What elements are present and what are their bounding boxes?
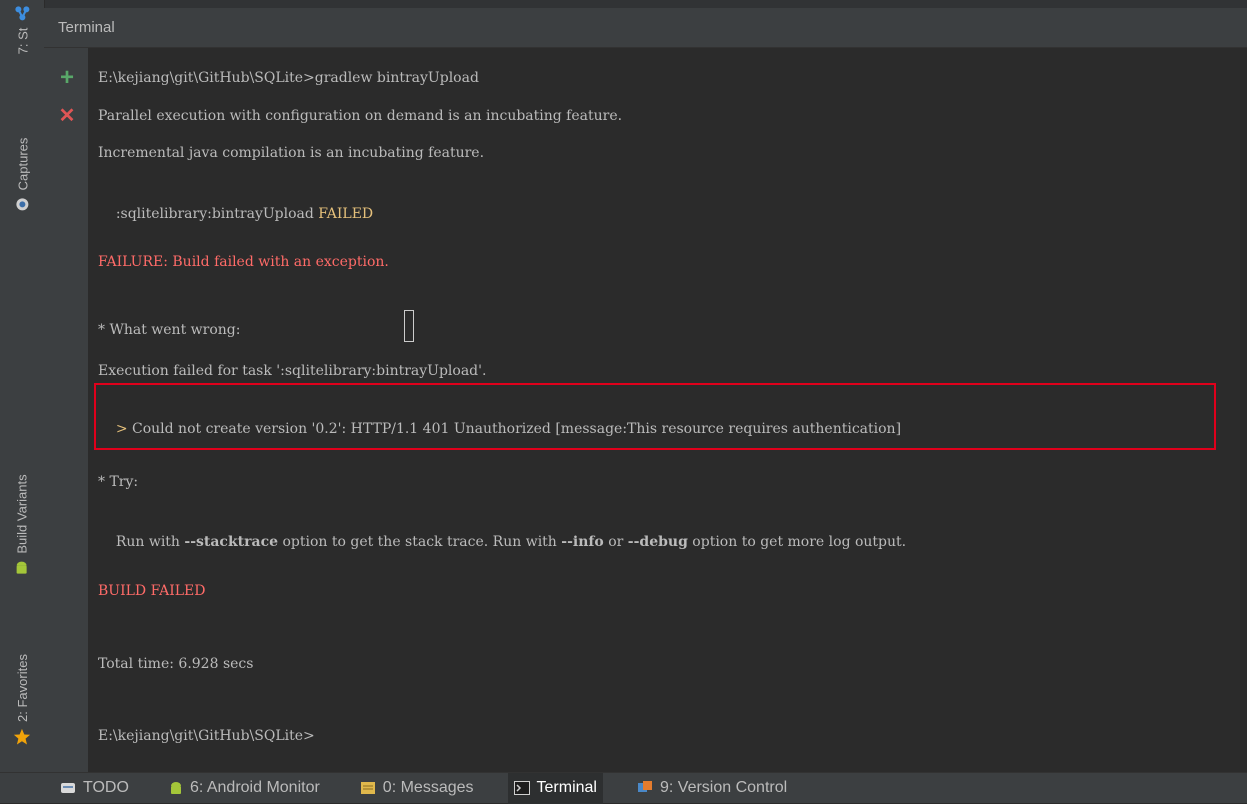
terminal-line: Incremental java compilation is an incub… <box>98 145 485 161</box>
terminal-actions: + ✕ <box>44 48 88 772</box>
structure-icon <box>15 6 29 21</box>
terminal-cursor <box>404 310 414 342</box>
failure-line: FAILURE: Build failed with an exception. <box>98 254 389 270</box>
todo-tab[interactable]: TODO <box>54 773 135 804</box>
terminal-tab-label: Terminal <box>536 779 597 796</box>
structure-tab-label: 7: St <box>14 27 30 55</box>
terminal-line: E:\kejiang\git\GitHub\SQLite>gradlew bin… <box>98 70 479 86</box>
terminal-line: Execution failed for task ':sqlitelibrar… <box>98 363 487 379</box>
camera-icon <box>16 198 28 211</box>
messages-tab-label: 0: Messages <box>382 779 474 796</box>
failed-status: FAILED <box>318 206 374 222</box>
close-session-icon[interactable]: ✕ <box>56 105 78 127</box>
terminal-header: Terminal <box>44 8 1247 48</box>
messages-tab[interactable]: 0: Messages <box>354 773 480 804</box>
terminal-output[interactable]: E:\kejiang\git\GitHub\SQLite>gradlew bin… <box>88 48 1247 772</box>
terminal-title: Terminal <box>58 19 115 36</box>
task-name: :sqlitelibrary:bintrayUpload <box>115 206 319 222</box>
build-failed-line: BUILD FAILED <box>98 583 206 599</box>
debug-flag: --debug <box>627 534 688 550</box>
structure-tool-tab[interactable]: 7: St <box>0 0 44 60</box>
stacktrace-flag: --stacktrace <box>184 534 279 550</box>
total-time-line: Total time: 6.928 secs <box>98 656 254 672</box>
terminal-line: :sqlitelibrary:bintrayUpload FAILED <box>98 178 373 222</box>
version-control-icon <box>637 781 652 792</box>
android-icon <box>170 782 181 794</box>
terminal-line: * Try: <box>98 474 139 490</box>
error-highlight-box <box>94 383 1216 450</box>
line-segment: Run with <box>115 534 185 550</box>
android-monitor-tab-label: 6: Android Monitor <box>189 779 320 796</box>
terminal-line: * What went wrong: <box>98 322 241 338</box>
line-segment: option to get more log output. <box>687 534 907 550</box>
editor-strip <box>44 0 1247 8</box>
build-variants-tab-label: Build Variants <box>14 474 30 554</box>
info-flag: --info <box>561 534 604 550</box>
terminal-line: Run with --stacktrace option to get the … <box>98 506 906 550</box>
terminal-line: Parallel execution with configuration on… <box>98 108 623 124</box>
android-monitor-tab[interactable]: 6: Android Monitor <box>163 773 326 804</box>
todo-icon <box>61 783 75 793</box>
line-segment: or <box>603 534 628 550</box>
bottom-tool-bar: TODO 6: Android Monitor 0: Messages Term… <box>0 772 1247 804</box>
android-icon <box>17 561 27 574</box>
terminal-tab[interactable]: Terminal <box>507 772 603 804</box>
version-control-tab-label: 9: Version Control <box>659 779 788 796</box>
star-icon <box>13 728 31 745</box>
prompt-line: E:\kejiang\git\GitHub\SQLite> <box>98 728 315 744</box>
favorites-tool-tab[interactable]: 2: Favorites <box>0 635 44 765</box>
todo-tab-label: TODO <box>83 779 129 796</box>
captures-tool-tab[interactable]: Captures <box>0 110 44 240</box>
terminal-icon <box>513 781 530 795</box>
build-variants-tool-tab[interactable]: Build Variants <box>0 455 44 595</box>
new-session-icon[interactable]: + <box>56 66 78 90</box>
version-control-tab[interactable]: 9: Version Control <box>631 773 793 804</box>
left-tool-stripe: 7: St Captures Build Variants 2: Favorit… <box>0 0 45 772</box>
messages-icon <box>360 782 375 794</box>
favorites-tab-label: 2: Favorites <box>14 654 30 722</box>
captures-tab-label: Captures <box>14 137 30 191</box>
line-segment: option to get the stack trace. Run with <box>278 534 562 550</box>
